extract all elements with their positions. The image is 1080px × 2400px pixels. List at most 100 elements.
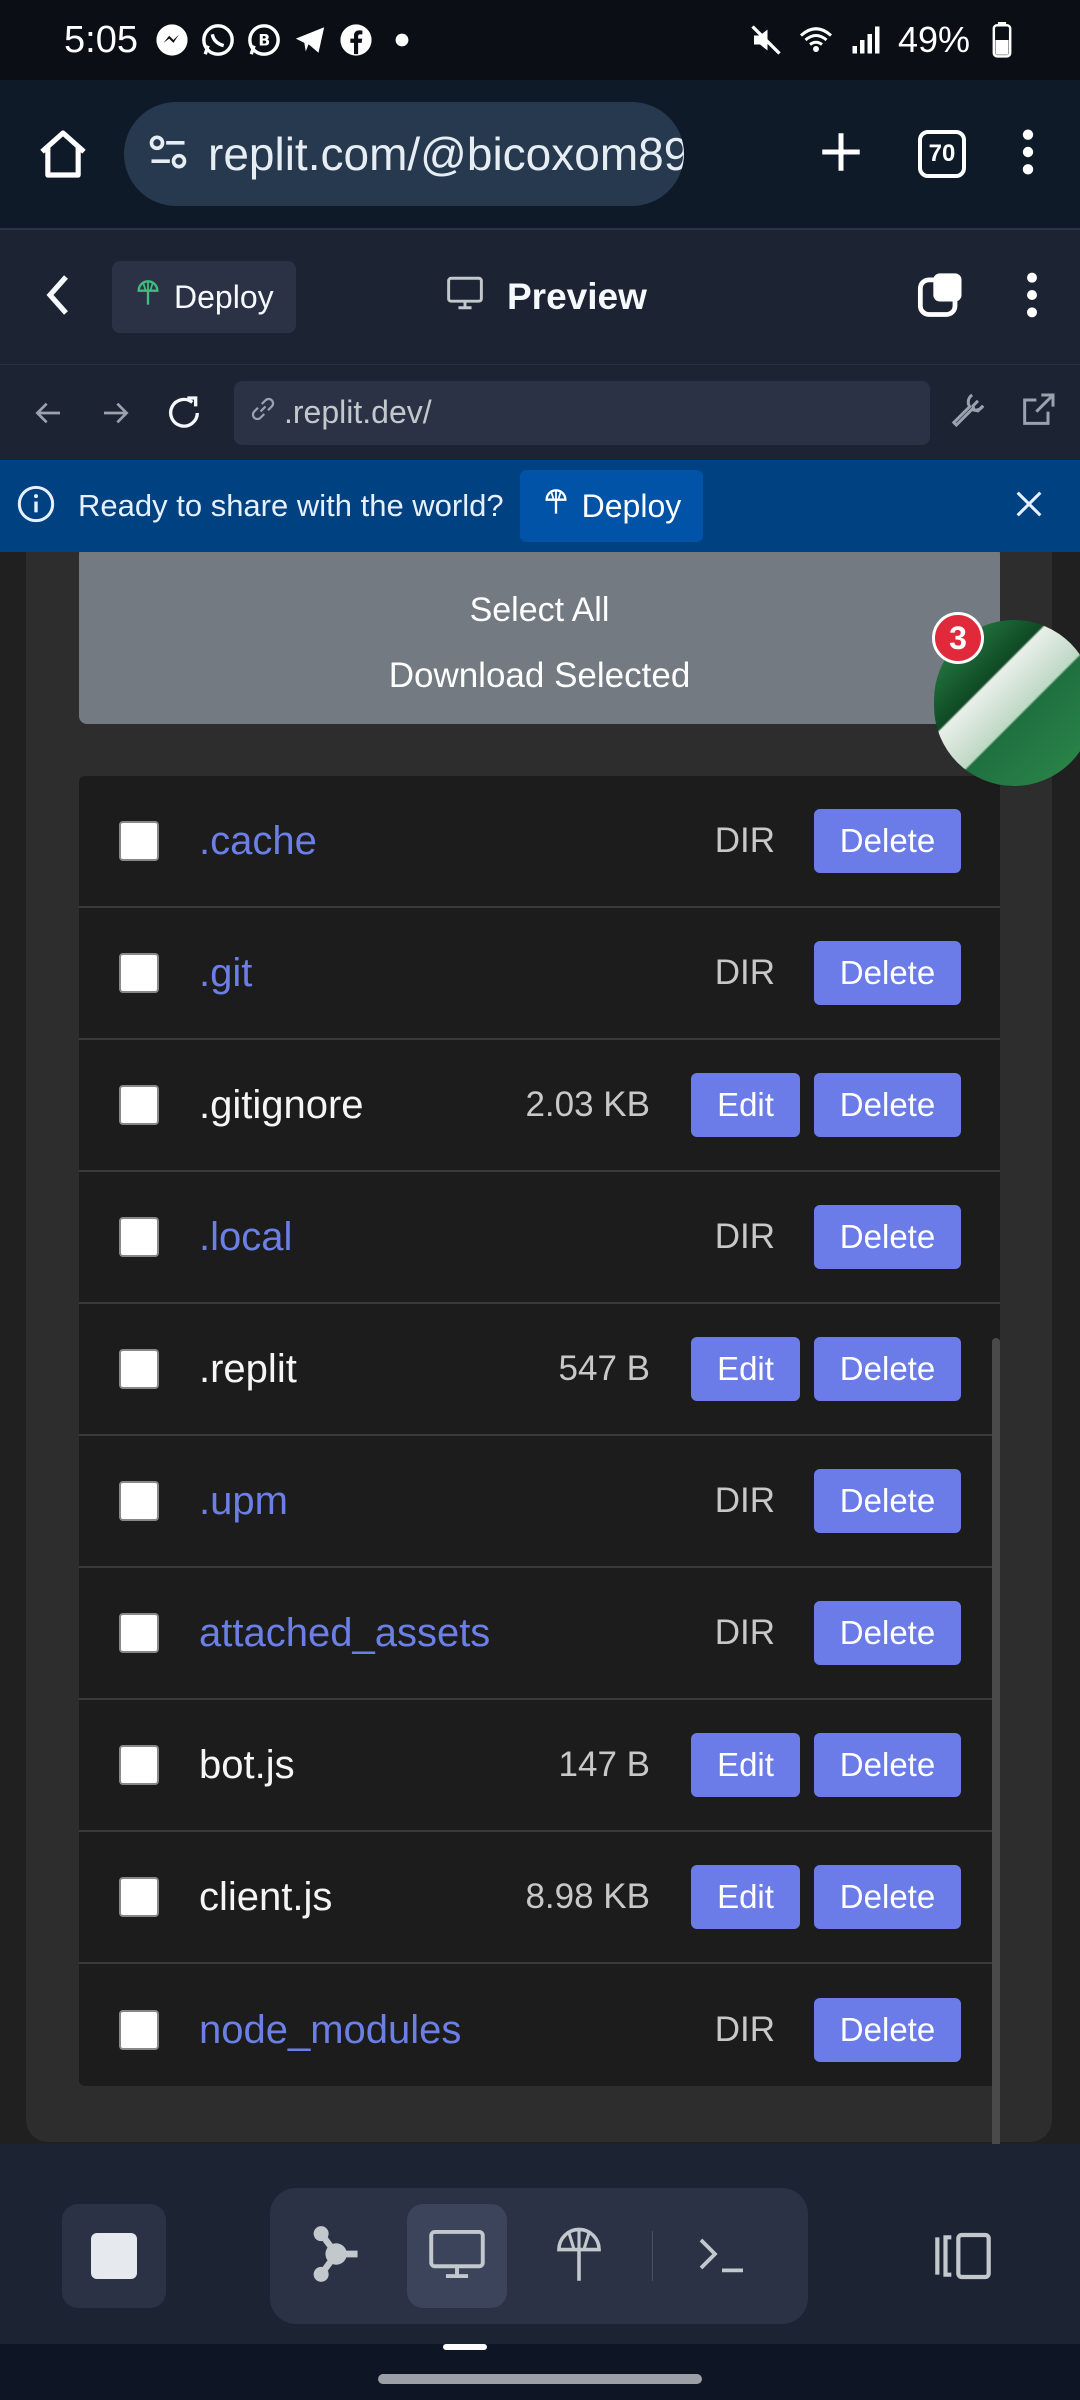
deploy-icon xyxy=(542,487,570,525)
file-checkbox[interactable] xyxy=(119,1349,159,1389)
preview-label: Preview xyxy=(507,276,647,317)
deploy-tool[interactable] xyxy=(529,2204,630,2308)
file-row: .upm DIR Delete xyxy=(79,1436,1000,1568)
file-row: bot.js 147 B Edit Delete xyxy=(79,1700,1000,1832)
link-icon xyxy=(248,394,278,432)
browser-menu-icon[interactable] xyxy=(1018,126,1038,183)
open-external-icon[interactable] xyxy=(1018,390,1058,435)
back-arrow-icon[interactable] xyxy=(22,387,74,439)
wifi-icon xyxy=(798,22,834,58)
directory-link[interactable]: .upm xyxy=(199,1479,288,1524)
new-tab-icon[interactable] xyxy=(816,127,866,182)
download-selected-button[interactable]: Download Selected xyxy=(79,628,1000,724)
file-size: DIR xyxy=(714,1217,775,1256)
edit-button[interactable]: Edit xyxy=(691,1337,800,1401)
file-size: DIR xyxy=(714,953,775,992)
webview-address-text: .replit.dev/ xyxy=(284,394,432,430)
directory-link[interactable]: .git xyxy=(199,951,252,996)
file-size: DIR xyxy=(714,2010,775,2049)
file-checkbox[interactable] xyxy=(119,821,159,861)
shell-tool[interactable] xyxy=(671,2204,772,2308)
monitor-icon xyxy=(427,2227,487,2286)
file-name: bot.js xyxy=(199,1742,295,1787)
site-settings-icon[interactable] xyxy=(146,130,190,179)
preview-tool[interactable] xyxy=(406,2204,508,2308)
file-size: 547 B xyxy=(558,1349,650,1388)
stop-button[interactable] xyxy=(62,2204,166,2308)
forward-arrow-icon[interactable] xyxy=(90,387,142,439)
status-time: 5:05 xyxy=(64,18,138,61)
file-checkbox[interactable] xyxy=(119,1877,159,1917)
directory-link[interactable]: .cache xyxy=(199,819,317,864)
tab-indicator xyxy=(443,2344,487,2350)
facebook-icon xyxy=(338,22,374,58)
delete-button[interactable]: Delete xyxy=(814,1469,961,1533)
file-size: DIR xyxy=(714,1481,775,1520)
monitor-icon xyxy=(445,275,485,320)
file-checkbox[interactable] xyxy=(119,1745,159,1785)
delete-button[interactable]: Delete xyxy=(814,1733,961,1797)
scrollbar[interactable] xyxy=(992,1338,1000,2144)
file-checkbox[interactable] xyxy=(119,1217,159,1257)
delete-button[interactable]: Delete xyxy=(814,1865,961,1929)
delete-button[interactable]: Delete xyxy=(814,1601,961,1665)
delete-button[interactable]: Delete xyxy=(814,1337,961,1401)
home-icon[interactable] xyxy=(28,119,98,189)
delete-button[interactable]: Delete xyxy=(814,1205,961,1269)
replit-header: Deploy Preview xyxy=(0,228,1080,364)
agent-tool[interactable] xyxy=(284,2204,385,2308)
wrench-icon[interactable] xyxy=(948,390,988,435)
delete-button[interactable]: Delete xyxy=(814,1073,961,1137)
file-checkbox[interactable] xyxy=(119,1481,159,1521)
directory-link[interactable]: attached_assets xyxy=(199,1611,490,1656)
file-checkbox[interactable] xyxy=(119,1613,159,1653)
directory-link[interactable]: .local xyxy=(199,1215,292,1260)
webview-address-field[interactable]: .replit.dev/ xyxy=(234,380,930,445)
whatsapp-business-icon: B xyxy=(246,22,282,58)
preview-tab[interactable]: Preview xyxy=(445,275,647,320)
file-checkbox[interactable] xyxy=(119,2010,159,2050)
deploy-banner: Ready to share with the world? Deploy xyxy=(0,460,1080,552)
directory-link[interactable]: node_modules xyxy=(199,2008,461,2053)
file-checkbox[interactable] xyxy=(119,953,159,993)
mute-icon xyxy=(748,22,784,58)
reload-icon[interactable] xyxy=(158,387,210,439)
close-icon[interactable] xyxy=(1012,487,1046,526)
tool-group xyxy=(270,2188,808,2324)
file-row: .local DIR Delete xyxy=(79,1172,1000,1304)
banner-deploy-label: Deploy xyxy=(581,487,682,524)
back-chevron-icon[interactable] xyxy=(40,271,76,324)
signal-icon xyxy=(848,22,884,58)
file-row: .cache DIR Delete xyxy=(79,776,1000,908)
edit-button[interactable]: Edit xyxy=(691,1733,800,1797)
delete-button[interactable]: Delete xyxy=(814,1998,961,2062)
file-row: node_modules DIR Delete xyxy=(79,1964,1000,2086)
tab-switcher-button[interactable]: 70 xyxy=(918,130,966,178)
banner-text: Ready to share with the world? xyxy=(78,488,504,523)
file-size: 8.98 KB xyxy=(525,1877,650,1916)
file-row: .git DIR Delete xyxy=(79,908,1000,1040)
delete-button[interactable]: Delete xyxy=(814,941,961,1005)
home-indicator[interactable] xyxy=(378,2374,702,2384)
edit-button[interactable]: Edit xyxy=(691,1865,800,1929)
info-icon xyxy=(16,484,56,529)
header-menu-icon[interactable] xyxy=(1024,269,1040,326)
toolbar-separator xyxy=(651,2231,654,2281)
url-bar[interactable]: replit.com/@bicoxom89 xyxy=(124,102,684,206)
delete-button[interactable]: Delete xyxy=(814,809,961,873)
deploy-chip[interactable]: Deploy xyxy=(112,261,296,333)
webview-nav-bar: .replit.dev/ xyxy=(0,364,1080,460)
page-content: Select All Download Selected .cache DIR De… xyxy=(0,552,1080,2144)
deploy-label: Deploy xyxy=(174,278,274,315)
banner-deploy-button[interactable]: Deploy xyxy=(519,470,704,542)
file-checkbox[interactable] xyxy=(119,1085,159,1125)
deploy-icon xyxy=(552,2225,606,2288)
dot-icon xyxy=(384,22,420,58)
file-name: .replit xyxy=(199,1346,297,1391)
tabs-overview-icon[interactable] xyxy=(916,269,968,326)
agent-icon xyxy=(308,2224,360,2289)
battery-icon xyxy=(984,22,1020,58)
file-size: DIR xyxy=(714,821,775,860)
edit-button[interactable]: Edit xyxy=(691,1073,800,1137)
panel-toggle-icon[interactable] xyxy=(930,2228,996,2289)
